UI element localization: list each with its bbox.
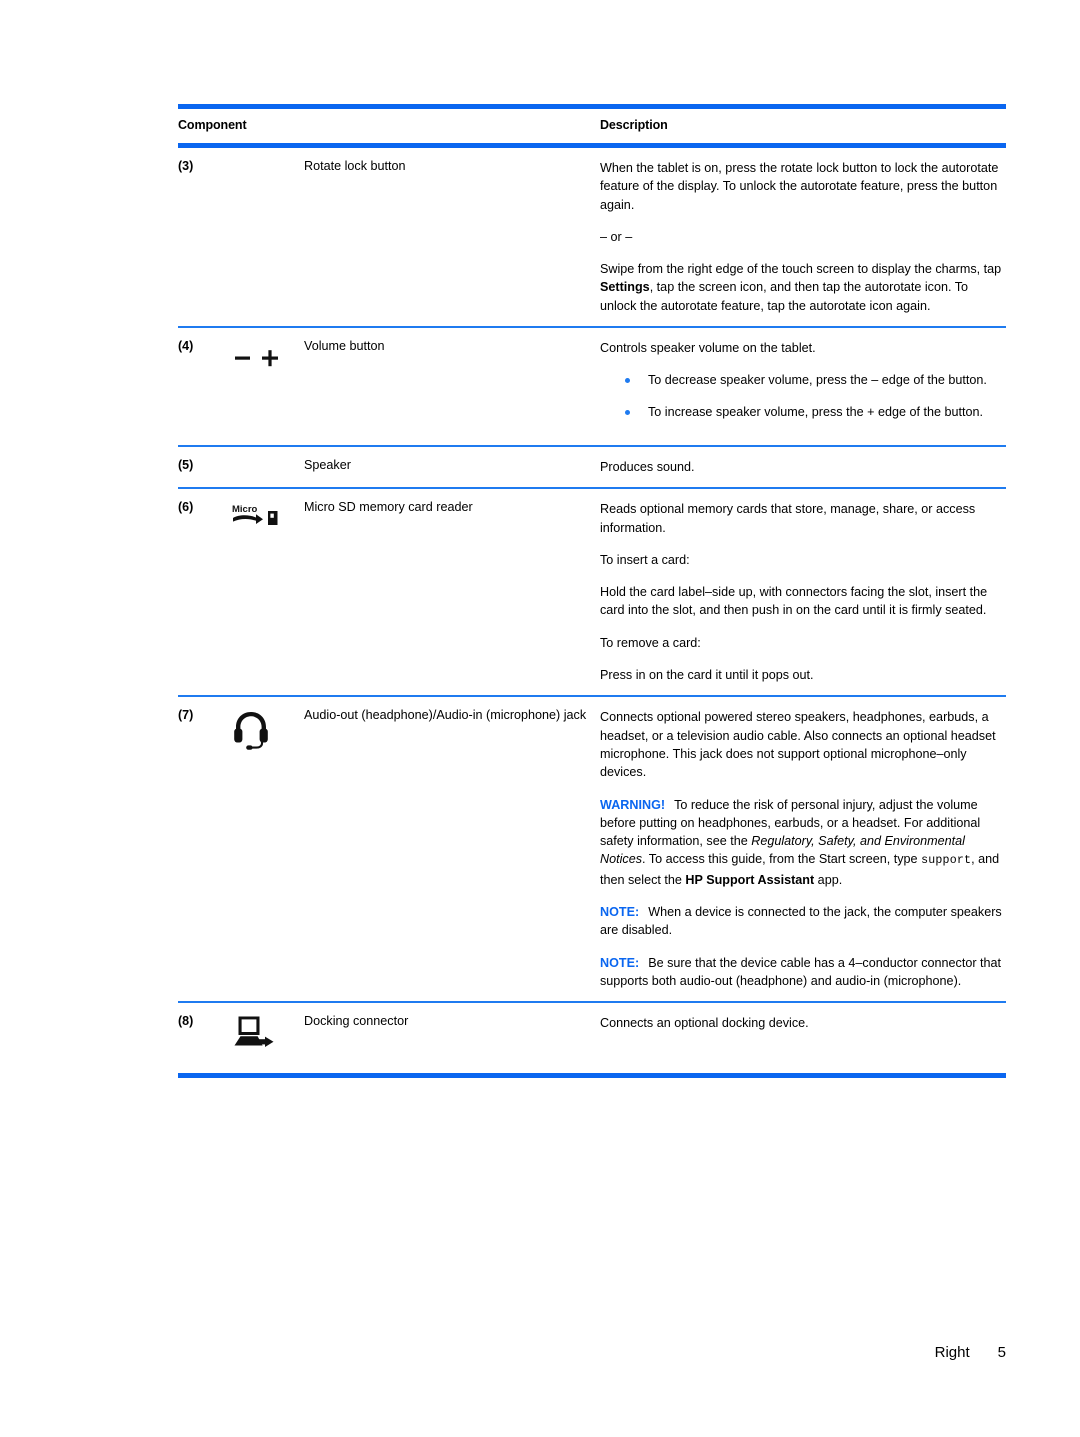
row-label: Docking connector (304, 1014, 409, 1029)
row-label: Micro SD memory card reader (304, 500, 473, 515)
row-label: Speaker (304, 457, 351, 472)
row-description: Produces sound. (600, 457, 1006, 476)
row-description: When the tablet is on, press the rotate … (600, 158, 1006, 315)
warning-block: WARNING! To reduce the risk of personal i… (600, 796, 1006, 889)
note-block-1: NOTE: When a device is connected to the j… (600, 903, 1006, 940)
row-number: (6) (178, 500, 194, 515)
description-paragraph: Controls speaker volume on the tablet. (600, 341, 816, 356)
description-paragraph: Connects optional powered stereo speaker… (600, 710, 996, 780)
row-label: Audio-out (headphone)/Audio-in (micropho… (304, 708, 587, 723)
description-paragraph: When the tablet is on, press the rotate … (600, 161, 999, 212)
table-bottom-rule (178, 1073, 1006, 1079)
list-item: To increase speaker volume, press the + … (600, 403, 1006, 421)
or-separator: – or – (600, 229, 633, 244)
row-description: Connects optional powered stereo speaker… (600, 707, 1006, 990)
description-paragraph: Connects an optional docking device. (600, 1016, 809, 1031)
table-row: (8) Docking connector Connects an option… (178, 1003, 1006, 1073)
list-item: To decrease speaker volume, press the – … (600, 371, 1006, 389)
header-icon-spacer (232, 118, 304, 132)
row-icon (232, 1013, 304, 1051)
row-label: Volume button (304, 339, 385, 354)
remove-card-heading: To remove a card: (600, 635, 701, 650)
docking-connector-icon (232, 1015, 276, 1051)
note-label: NOTE: (600, 955, 640, 970)
header-label-spacer (304, 118, 600, 132)
page-footer: Right 5 (178, 1344, 1006, 1361)
table-row: (4) Volume button Controls speaker volum… (178, 328, 1006, 445)
header-component: Component (178, 118, 247, 132)
insert-card-steps: Hold the card label–side up, with connec… (600, 585, 988, 618)
headset-icon (232, 709, 270, 751)
row-icon (232, 707, 304, 751)
swipe-text-pre: Swipe from the right edge of the touch s… (600, 262, 1002, 277)
row-label: Rotate lock button (304, 159, 406, 173)
row-number: (5) (178, 457, 194, 472)
header-description: Description (600, 118, 668, 132)
note-text: Be sure that the device cable has a 4–co… (600, 955, 1002, 988)
warning-text-post: app. (814, 872, 843, 887)
insert-card-heading: To insert a card: (600, 552, 690, 567)
row-icon-none (232, 158, 304, 160)
support-command: support (921, 854, 972, 868)
note-block-2: NOTE: Be sure that the device cable has a… (600, 954, 1006, 991)
hp-support-assistant-name: HP Support Assistant (685, 872, 815, 887)
row-description: Connects an optional docking device. (600, 1013, 1006, 1032)
row-number: (7) (178, 708, 194, 723)
table-row: (5) Speaker Produces sound. (178, 447, 1006, 487)
micro-sd-card-icon: Micro (232, 501, 282, 527)
footer-section-name: Right (934, 1344, 970, 1361)
volume-bullet-list: To decrease speaker volume, press the – … (600, 371, 1006, 421)
table-header-row: Component Description (178, 109, 1006, 143)
volume-minus-plus-icon (232, 340, 280, 368)
table-row: (3) Rotate lock button When the tablet i… (178, 148, 1006, 326)
footer-page-number: 5 (997, 1344, 1006, 1361)
row-number: (3) (178, 159, 194, 173)
component-table: Component Description (3) Rotate lock bu… (178, 104, 1006, 1079)
row-number: (8) (178, 1014, 194, 1029)
description-paragraph-swipe: Swipe from the right edge of the touch s… (600, 260, 1006, 315)
note-label: NOTE: (600, 905, 640, 920)
warning-text-mid: . To access this guide, from the Start s… (642, 852, 922, 867)
table-row: (6) Micro Micro SD memory card reader Re… (178, 489, 1006, 695)
remove-card-steps: Press in on the card it until it pops ou… (600, 668, 814, 683)
row-icon (232, 338, 304, 368)
description-paragraph: Produces sound. (600, 459, 695, 474)
warning-label: WARNING! (600, 797, 666, 812)
row-icon: Micro (232, 499, 304, 527)
settings-keyword: Settings (600, 280, 650, 295)
swipe-text-post: , tap the screen icon, and then tap the … (600, 280, 969, 313)
note-text: When a device is connected to the jack, … (600, 905, 1002, 938)
row-icon-none (232, 457, 304, 459)
table-row: (7) Audio-out (headphone)/Audio-in (micr… (178, 697, 1006, 1001)
row-description: Controls speaker volume on the tablet. T… (600, 338, 1006, 434)
description-paragraph: Reads optional memory cards that store, … (600, 502, 976, 535)
row-description: Reads optional memory cards that store, … (600, 499, 1006, 684)
row-number: (4) (178, 339, 194, 354)
svg-text:Micro: Micro (232, 504, 258, 515)
